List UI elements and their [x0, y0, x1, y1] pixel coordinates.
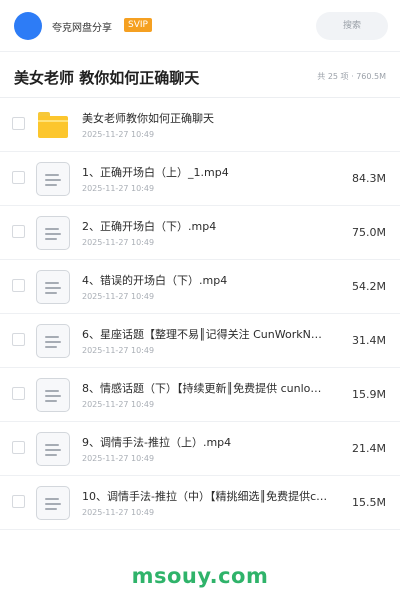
file-name: 美女老师教你如何正确聊天	[82, 112, 214, 125]
file-date: 2025-11-27 10:49	[82, 400, 155, 409]
folder-icon	[36, 108, 70, 142]
file-row[interactable]: 2、正确开场白（下）.mp4 2025-11-27 10:49 75.0M	[0, 206, 400, 260]
file-name: 6、星座话题【整理不易║记得关注 CunWorkN…	[82, 328, 322, 341]
file-date: 2025-11-27 10:49	[82, 292, 155, 301]
file-name: 2、正确开场白（下）.mp4	[82, 220, 217, 233]
file-list: 美女老师教你如何正确聊天 2025-11-27 10:49 1、正确开场白（上）…	[0, 98, 400, 530]
file-row[interactable]: 1、正确开场白（上）_1.mp4 2025-11-27 10:49 84.3M	[0, 152, 400, 206]
file-date: 2025-11-27 10:49	[82, 238, 155, 247]
file-document-icon	[36, 216, 70, 250]
file-date: 2025-11-27 10:49	[82, 454, 155, 463]
file-document-icon	[36, 270, 70, 304]
row-checkbox[interactable]	[12, 279, 25, 292]
file-size: 15.5M	[352, 496, 386, 509]
row-checkbox[interactable]	[12, 171, 25, 184]
file-row[interactable]: 10、调情手法-推拉（中）【精挑细选║免费提供c… 2025-11-27 10:…	[0, 476, 400, 530]
svip-badge: SVIP	[124, 18, 152, 32]
file-date: 2025-11-27 10:49	[82, 184, 155, 193]
search-button[interactable]: 搜索	[316, 12, 388, 40]
file-size: 31.4M	[352, 334, 386, 347]
row-checkbox[interactable]	[12, 333, 25, 346]
watermark: msouy.com	[131, 564, 269, 588]
row-checkbox[interactable]	[12, 441, 25, 454]
file-row[interactable]: 美女老师教你如何正确聊天 2025-11-27 10:49	[0, 98, 400, 152]
file-size: 75.0M	[352, 226, 386, 239]
file-date: 2025-11-27 10:49	[82, 130, 155, 139]
folder-header: 美女老师 教你如何正确聊天 共 25 项 · 760.5M	[0, 52, 400, 98]
file-row[interactable]: 4、错误的开场白（下）.mp4 2025-11-27 10:49 54.2M	[0, 260, 400, 314]
row-checkbox[interactable]	[12, 225, 25, 238]
file-size: 54.2M	[352, 280, 386, 293]
file-row[interactable]: 6、星座话题【整理不易║记得关注 CunWorkN… 2025-11-27 10…	[0, 314, 400, 368]
file-name: 8、情感话题（下）【持续更新║免费提供 cunlo…	[82, 382, 322, 395]
row-checkbox[interactable]	[12, 117, 25, 130]
file-size: 21.4M	[352, 442, 386, 455]
file-document-icon	[36, 324, 70, 358]
file-document-icon	[36, 162, 70, 196]
row-checkbox[interactable]	[12, 495, 25, 508]
app-title: 夸克网盘分享	[52, 23, 112, 34]
file-name: 10、调情手法-推拉（中）【精挑细选║免费提供c…	[82, 490, 328, 503]
file-name: 4、错误的开场白（下）.mp4	[82, 274, 228, 287]
file-size: 84.3M	[352, 172, 386, 185]
file-date: 2025-11-27 10:49	[82, 346, 155, 355]
file-date: 2025-11-27 10:49	[82, 508, 155, 517]
file-row[interactable]: 9、调情手法-推拉（上）.mp4 2025-11-27 10:49 21.4M	[0, 422, 400, 476]
top-bar: 夸克网盘分享 SVIP 搜索	[0, 0, 400, 52]
file-name: 9、调情手法-推拉（上）.mp4	[82, 436, 232, 449]
file-document-icon	[36, 486, 70, 520]
file-size: 15.9M	[352, 388, 386, 401]
avatar[interactable]	[14, 12, 42, 40]
page-title: 美女老师 教你如何正确聊天	[14, 69, 200, 87]
file-row[interactable]: 8、情感话题（下）【持续更新║免费提供 cunlo… 2025-11-27 10…	[0, 368, 400, 422]
file-document-icon	[36, 378, 70, 412]
file-document-icon	[36, 432, 70, 466]
folder-summary: 共 25 项 · 760.5M	[317, 72, 386, 81]
row-checkbox[interactable]	[12, 387, 25, 400]
file-name: 1、正确开场白（上）_1.mp4	[82, 166, 229, 179]
